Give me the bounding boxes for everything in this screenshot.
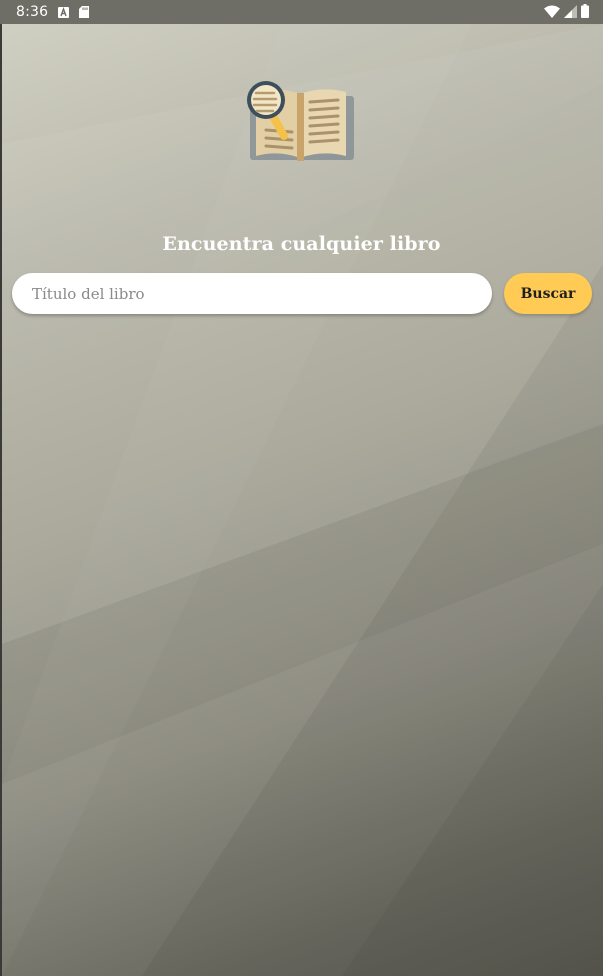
status-left-icons (58, 6, 89, 22)
screen-edge (0, 24, 2, 976)
wifi-icon (544, 5, 560, 22)
status-time: 8:36 (16, 4, 49, 20)
app-screen: 8:36 Encuentra cualquier libro Título de… (0, 0, 603, 976)
signal-icon (564, 4, 577, 22)
status-bar: 8:36 (0, 0, 603, 24)
status-right-icons (544, 4, 589, 22)
notification-a-icon (58, 6, 69, 22)
battery-icon (581, 4, 589, 22)
page-title: Encuentra cualquier libro (162, 233, 441, 255)
book-magnifier-icon (244, 78, 356, 164)
background-facets (2, 24, 603, 976)
book-title-input[interactable] (12, 273, 492, 314)
app-background (2, 24, 603, 976)
search-button[interactable]: Buscar (504, 273, 592, 314)
sd-card-icon (79, 6, 89, 22)
